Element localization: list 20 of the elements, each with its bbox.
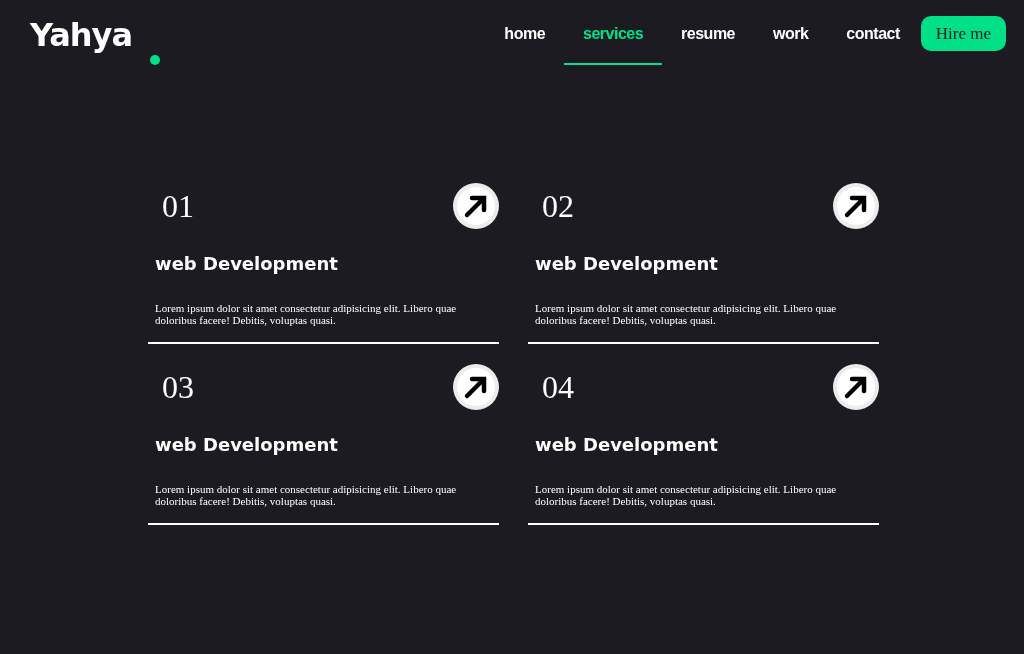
nav-link[interactable]: work	[754, 16, 828, 65]
service-title: web Development	[155, 434, 339, 455]
service-number: 01	[162, 187, 194, 225]
service-description: Lorem ipsum dolor sit amet consectetur adipisicing elit. Libero quae doloribus facere! Debitis, voluptas quasi.	[535, 302, 838, 326]
dot-icon	[150, 55, 161, 65]
service-number: 04	[542, 368, 574, 406]
nav-link[interactable]: home	[485, 16, 565, 65]
service-description: Lorem ipsum dolor sit amet consectetur adipisicing elit. Libero quae doloribus facere! Debitis, voluptas quasi.	[535, 483, 838, 507]
nav-link[interactable]: services	[564, 16, 663, 65]
service-description: Lorem ipsum dolor sit amet consectetur adipisicing elit. Libero quae doloribus facere! Debitis, voluptas quasi.	[155, 302, 458, 326]
hire-button[interactable]: Hire me	[920, 16, 1006, 51]
service-title: web Development	[155, 253, 339, 274]
service-number: 02	[542, 187, 574, 225]
nav-link[interactable]: resume	[662, 16, 754, 65]
service-description: Lorem ipsum dolor sit amet consectetur adipisicing elit. Libero quae doloribus facere! Debitis, voluptas quasi.	[155, 483, 458, 507]
logo-text[interactable]: Yahya	[30, 16, 133, 54]
service-number: 03	[162, 368, 194, 406]
nav-link[interactable]: contact	[827, 16, 919, 65]
service-title: web Development	[535, 434, 719, 455]
service-title: web Development	[535, 253, 719, 274]
